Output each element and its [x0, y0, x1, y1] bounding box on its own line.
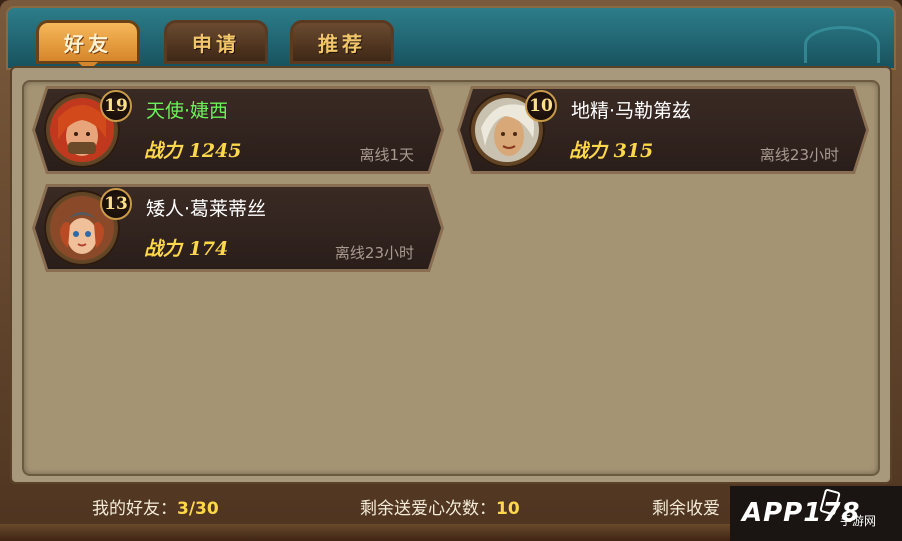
- tab-friends[interactable]: 好友: [36, 20, 140, 64]
- friend-card[interactable]: 19 天使·婕西 战力 1245 离线1天: [32, 86, 444, 174]
- send-hearts-value: 10: [496, 499, 520, 519]
- level-badge: 19: [100, 90, 132, 122]
- combat-power: 战力 1245: [144, 140, 242, 162]
- decorative-swirl-icon: [804, 26, 880, 63]
- friend-count-value: 3/30: [177, 499, 219, 519]
- friend-count-label: 我的好友：: [92, 499, 177, 519]
- friend-card[interactable]: 10 地精·马勒第兹 战力 315 离线23小时: [457, 86, 869, 174]
- watermark-logo: APP178 手游网: [730, 486, 902, 541]
- window-bottom-edge: [0, 524, 730, 541]
- combat-power: 战力 315: [569, 140, 654, 162]
- online-status: 离线23小时: [334, 244, 414, 262]
- online-status: 离线1天: [359, 146, 414, 164]
- friend-card[interactable]: 13 矮人·葛莱蒂丝 战力 174 离线23小时: [32, 184, 444, 272]
- friend-count: 我的好友：3/30: [92, 494, 219, 519]
- friend-name: 矮人·葛莱蒂丝: [146, 198, 267, 220]
- receive-hearts-remaining: 剩余收爱: [652, 494, 720, 519]
- online-status: 离线23小时: [759, 146, 839, 164]
- friend-name: 地精·马勒第兹: [571, 100, 692, 122]
- watermark-subtitle: 手游网: [840, 514, 877, 528]
- tab-recommend[interactable]: 推荐: [290, 20, 394, 64]
- level-badge: 13: [100, 188, 132, 220]
- level-badge: 10: [525, 90, 557, 122]
- tab-requests[interactable]: 申请: [164, 20, 268, 64]
- send-hearts-label: 剩余送爱心次数：: [360, 499, 496, 519]
- combat-power: 战力 174: [144, 238, 229, 260]
- friend-name: 天使·婕西: [146, 100, 229, 122]
- send-hearts-remaining: 剩余送爱心次数：10: [360, 494, 520, 519]
- receive-hearts-label: 剩余收爱: [652, 499, 720, 519]
